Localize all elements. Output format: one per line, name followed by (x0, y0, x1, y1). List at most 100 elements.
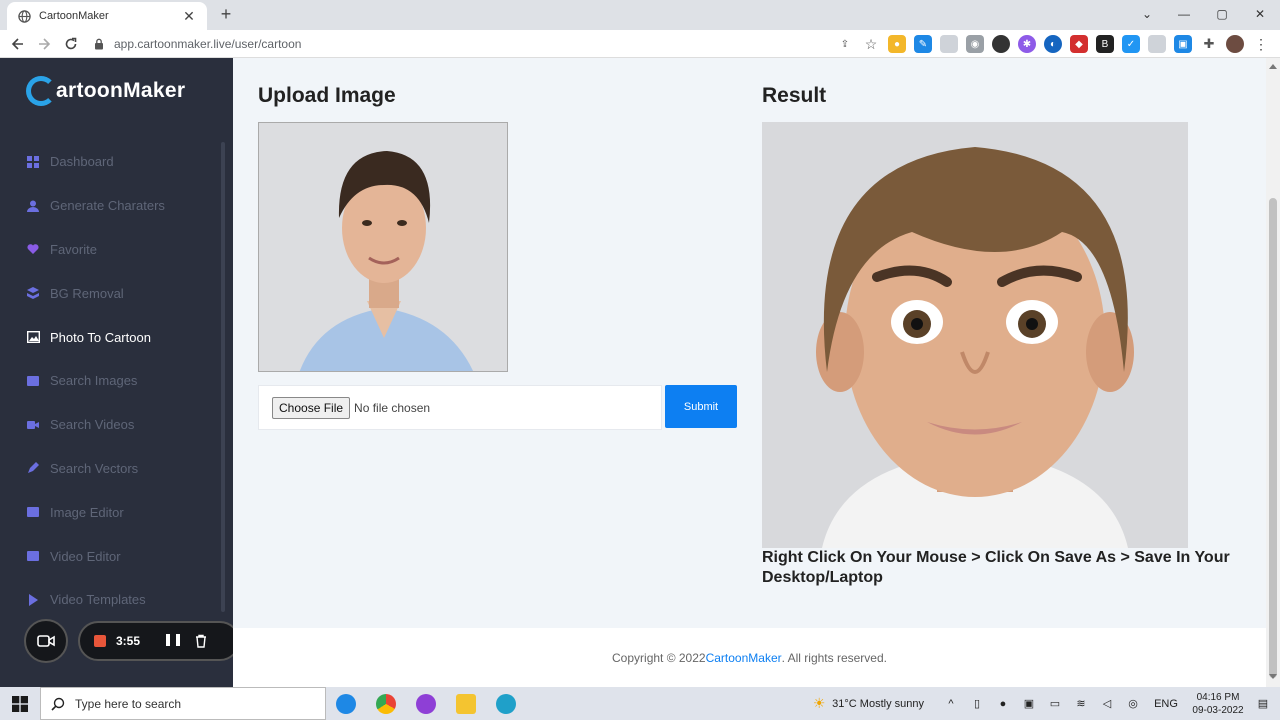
extension-ublock-icon[interactable]: ◆ (1070, 35, 1088, 53)
new-tab-button[interactable]: + (216, 4, 236, 24)
sidebar-item-photo-to-cartoon[interactable]: Photo To Cartoon (0, 315, 225, 359)
sidebar-item-video-editor[interactable]: Video Editor (0, 534, 225, 578)
stop-record-button[interactable] (94, 635, 106, 647)
sidebar-item-label: Image Editor (50, 504, 124, 520)
video-camera-icon (37, 635, 55, 647)
device-icon[interactable]: ▯ (970, 697, 984, 711)
layers-icon (26, 286, 40, 300)
star-bookmark-icon[interactable]: ☆ (862, 35, 880, 53)
url-text: app.cartoonmaker.live/user/cartoon (114, 37, 302, 51)
grid-icon (26, 155, 40, 169)
taskbar-app-firefox[interactable] (406, 687, 446, 720)
sidebar-item-label: Video Editor (50, 548, 121, 564)
language-indicator[interactable]: ENG (1152, 697, 1180, 711)
recorder-camera-button[interactable] (24, 619, 68, 663)
sidebar-item-search-vectors[interactable]: Search Vectors (0, 447, 225, 491)
sidebar-item-label: BG Removal (50, 285, 124, 301)
logo[interactable]: artoonMaker (26, 76, 185, 106)
sidebar-item-label: Generate Charaters (50, 198, 165, 214)
globe-icon (17, 9, 31, 23)
sidebar-menu: Dashboard Generate Charaters Favorite BG Re… (0, 140, 225, 622)
address-bar[interactable]: app.cartoonmaker.live/user/cartoon (92, 33, 872, 55)
kebab-menu-icon[interactable]: ⋮ (1252, 35, 1270, 53)
sidebar-item-search-videos[interactable]: Search Videos (0, 403, 225, 447)
sidebar-item-video-templates[interactable]: Video Templates (0, 578, 225, 622)
extension-chat-icon[interactable] (940, 35, 958, 53)
battery-icon[interactable]: ▭ (1048, 697, 1062, 711)
recorder-time: 3:55 (116, 634, 141, 648)
extension-cookie-icon[interactable]: ● (888, 35, 906, 53)
sidebar-item-favorite[interactable]: Favorite (0, 228, 225, 272)
notification-icon[interactable]: ▤ (1256, 697, 1270, 711)
display-icon[interactable]: ▣ (1022, 697, 1036, 711)
puzzle-extensions-icon[interactable]: ✚ (1200, 35, 1218, 53)
share-icon[interactable]: ⇪ (836, 35, 854, 53)
forward-button[interactable] (34, 34, 54, 54)
tab-search-chevron-icon[interactable]: ⌄ (1128, 0, 1166, 28)
extension-dark-icon[interactable] (992, 35, 1010, 53)
tab-close-icon[interactable]: ✕ (181, 8, 197, 25)
scroll-down-arrow-icon[interactable] (1269, 674, 1277, 679)
sidebar-item-search-images[interactable]: Search Images (0, 359, 225, 403)
network-globe-icon[interactable]: ◎ (1126, 697, 1140, 711)
clock[interactable]: 04:16 PM 09-03-2022 (1186, 691, 1250, 717)
extension-eyedropper-icon[interactable]: ✎ (914, 35, 932, 53)
search-image-icon (26, 374, 40, 388)
taskbar-app-edge[interactable] (486, 687, 526, 720)
minimize-button[interactable]: — (1165, 0, 1203, 28)
submit-button[interactable]: Submit (665, 385, 737, 428)
extension-gray-icon[interactable] (1148, 35, 1166, 53)
page-scrollbar[interactable] (1266, 58, 1280, 687)
pause-icon[interactable] (166, 634, 180, 648)
logo-c-mark-icon (26, 76, 56, 106)
scrollbar-thumb[interactable] (1269, 198, 1277, 678)
extension-screen-icon[interactable]: ▣ (1174, 35, 1192, 53)
taskbar-app-skype[interactable] (326, 687, 366, 720)
volume-icon[interactable]: ◁ (1100, 697, 1114, 711)
file-input[interactable]: Choose File No file chosen (258, 385, 662, 430)
chevron-up-icon[interactable]: ^ (944, 697, 958, 711)
sidebar-item-label: Search Images (50, 373, 138, 389)
logo-text: artoonMaker (56, 79, 186, 102)
browser-toolbar: app.cartoonmaker.live/user/cartoon ⇪ ☆ ●… (0, 30, 1280, 58)
extension-color-icon[interactable]: ✱ (1018, 35, 1036, 53)
sidebar-item-image-editor[interactable]: Image Editor (0, 490, 225, 534)
trash-icon[interactable] (194, 634, 208, 648)
lock-icon[interactable] (92, 37, 106, 51)
cartoon-result-image[interactable] (762, 122, 1188, 548)
sidebar: artoonMaker Dashboard Generate Charaters F… (0, 58, 233, 687)
sidebar-item-bg-removal[interactable]: BG Removal (0, 271, 225, 315)
reload-button[interactable] (61, 34, 81, 54)
copyright-suffix: . All rights reserved. (781, 650, 887, 665)
sidebar-item-label: Favorite (50, 241, 97, 257)
windows-start-button[interactable] (0, 687, 40, 720)
sidebar-item-generate-charaters[interactable]: Generate Charaters (0, 184, 225, 228)
clock-date: 09-03-2022 (1192, 704, 1244, 716)
extension-edit-icon[interactable]: ✓ (1122, 35, 1140, 53)
video-edit-icon (26, 549, 40, 563)
search-icon (51, 697, 65, 711)
scroll-up-arrow-icon[interactable] (1269, 64, 1277, 69)
taskbar-search-box[interactable]: Type here to search (40, 687, 326, 720)
weather-text: 31°C Mostly sunny (832, 697, 924, 710)
taskbar-app-explorer[interactable] (446, 687, 486, 720)
choose-file-button[interactable]: Choose File (272, 396, 351, 419)
extension-camera-icon[interactable]: ◉ (966, 35, 984, 53)
user-icon (26, 199, 40, 213)
microphone-icon[interactable]: ● (996, 697, 1010, 711)
wifi-icon[interactable]: ≋ (1074, 697, 1088, 711)
extension-blue-icon[interactable]: ◐ (1044, 35, 1062, 53)
sidebar-item-dashboard[interactable]: Dashboard (0, 140, 225, 184)
profile-avatar-icon[interactable] (1226, 35, 1244, 53)
clock-time: 04:16 PM (1196, 691, 1240, 703)
sidebar-item-label: Dashboard (50, 154, 114, 170)
close-window-button[interactable]: ✕ (1241, 0, 1279, 28)
no-file-chosen-text: No file chosen (354, 400, 431, 415)
footer-brand-link[interactable]: CartoonMaker (706, 651, 782, 665)
extension-b-icon[interactable]: B (1096, 35, 1114, 53)
taskbar-app-chrome[interactable] (366, 687, 406, 720)
back-button[interactable] (8, 34, 28, 54)
weather-widget[interactable]: ☀ 31°C Mostly sunny (806, 695, 924, 711)
maximize-button[interactable]: ▢ (1203, 0, 1241, 28)
browser-tab[interactable]: CartoonMaker ✕ (7, 2, 207, 30)
